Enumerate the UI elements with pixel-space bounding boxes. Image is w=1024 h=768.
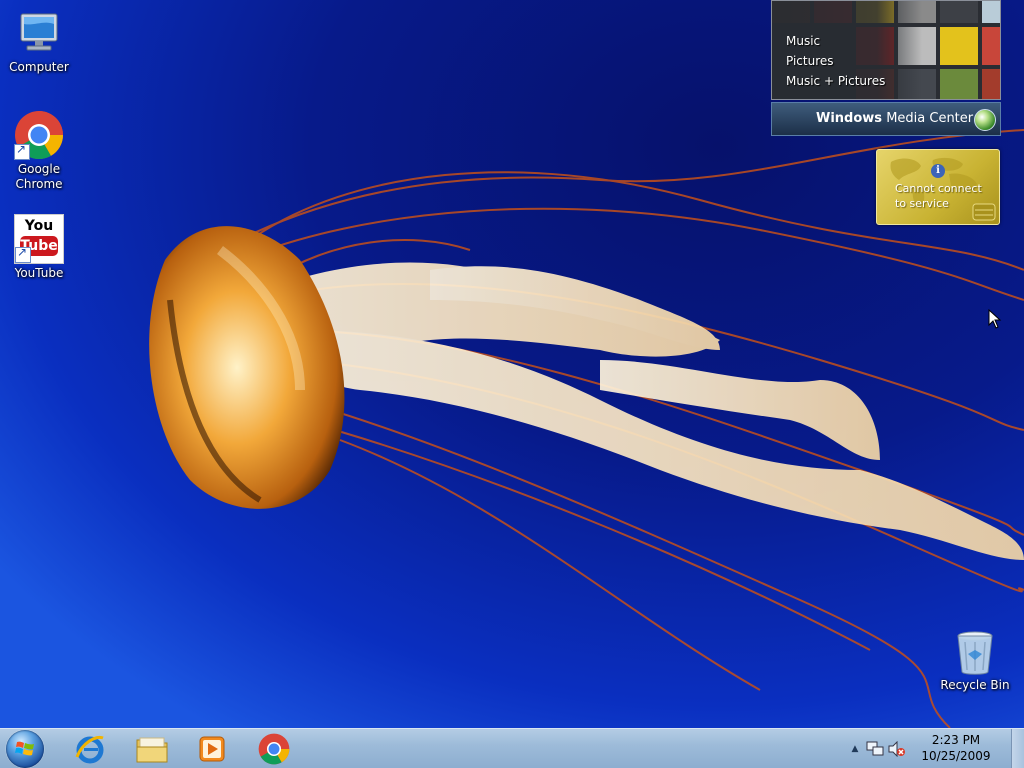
start-button[interactable] [6,730,44,768]
taskbar-google-chrome[interactable] [246,731,302,767]
show-desktop-button[interactable] [1011,729,1024,768]
media-center-menu-pictures[interactable]: Pictures [786,51,885,71]
system-tray: ▲ 2:23 PM 10/25/2009 [848,729,1008,768]
media-center-title: Windows Media Center [816,111,974,126]
computer-icon [14,8,64,58]
shortcut-arrow-icon [14,142,30,160]
computer-desktop-icon[interactable]: Computer [1,8,77,75]
computer-label: Computer [9,60,69,74]
volume-muted-icon[interactable] [888,741,906,757]
media-center-gadget[interactable]: Music Pictures Music + Pictures Windows … [771,0,1001,136]
recycle-bin-label: Recycle Bin [940,678,1010,692]
taskbar: ▲ 2:23 PM 10/25/2009 [0,728,1024,768]
google-chrome-desktop-icon[interactable]: Google Chrome [1,110,77,192]
recycle-bin-icon [950,630,1000,676]
media-center-menu: Music Pictures Music + Pictures [786,31,885,91]
chrome-icon [258,733,290,765]
windows-explorer-icon [136,737,168,763]
media-center-menu-music-pictures[interactable]: Music + Pictures [786,71,885,91]
media-center-thumbnail-wall: Music Pictures Music + Pictures [771,0,1001,100]
show-hidden-icons-button[interactable]: ▲ [850,742,860,756]
media-center-orb-icon [974,109,996,131]
youtube-logo-you: You [24,218,54,234]
chrome-icon [14,110,64,160]
youtube-icon: You Tube [14,214,64,264]
youtube-label: YouTube [14,266,64,280]
clock-date: 10/25/2009 [921,749,991,763]
mouse-pointer-icon [988,309,1002,329]
info-icon: i [931,164,945,178]
internet-explorer-icon [75,735,104,764]
network-icon[interactable] [866,741,884,757]
youtube-desktop-icon[interactable]: You Tube YouTube [1,214,77,281]
service-error-message: Cannot connect to service [895,182,982,210]
google-chrome-label: Google Chrome [15,162,63,191]
recycle-bin-desktop-icon[interactable]: Recycle Bin [937,630,1013,693]
service-gadget[interactable]: i Cannot connect to service [876,149,1000,225]
desktop[interactable]: Computer Google Chrome You Tube YouTube [0,0,1024,728]
taskbar-internet-explorer[interactable] [62,731,118,767]
clock-time: 2:23 PM [931,733,981,747]
media-center-launch-bar[interactable]: Windows Media Center [771,102,1001,136]
taskbar-windows-explorer[interactable] [124,731,180,767]
windows-logo-icon [15,741,34,756]
media-player-icon [199,736,225,762]
shortcut-arrow-icon [15,245,31,263]
taskbar-clock[interactable]: 2:23 PM 10/25/2009 [916,732,996,764]
media-center-menu-music[interactable]: Music [786,31,885,51]
taskbar-media-player[interactable] [184,731,240,767]
